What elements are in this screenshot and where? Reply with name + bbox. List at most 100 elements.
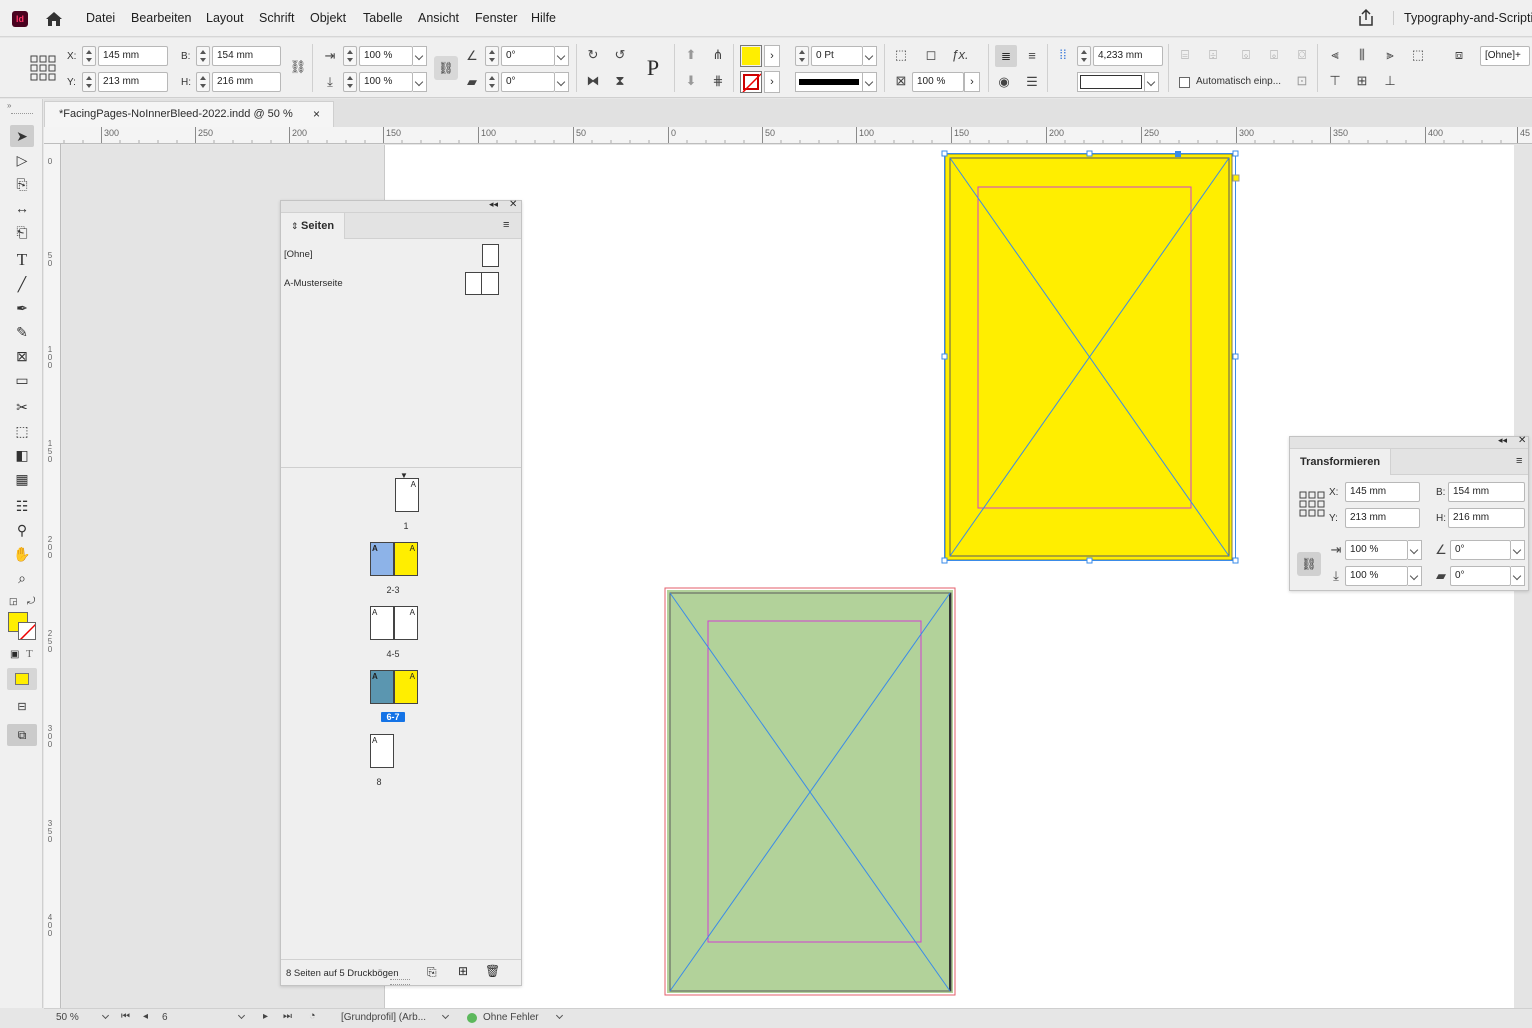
- panel-header[interactable]: ◂◂ ✕: [1290, 435, 1528, 449]
- preflight-profile[interactable]: [Grundprofil] (Arb...: [341, 1012, 426, 1023]
- spacing-stepper[interactable]: [1077, 46, 1091, 66]
- scale-y-field[interactable]: 100 %: [1345, 566, 1408, 586]
- home-icon[interactable]: [44, 9, 64, 29]
- object-style-field[interactable]: [Ohne]+: [1480, 46, 1530, 66]
- scale-y-dropdown[interactable]: [413, 72, 427, 92]
- height-field[interactable]: 216 mm: [1448, 508, 1525, 528]
- first-page-icon[interactable]: ⏮: [121, 1011, 130, 1022]
- default-fill-stroke-icon[interactable]: ◲: [9, 596, 18, 607]
- rectangle-tool-icon[interactable]: ▭: [10, 369, 34, 391]
- collapse-panel-icon[interactable]: ◂◂: [489, 199, 498, 210]
- profile-dropdown-icon[interactable]: [440, 1010, 452, 1024]
- align-right-edges-icon[interactable]: ⫸: [1381, 46, 1399, 64]
- menu-bearbeiten[interactable]: Bearbeiten: [131, 11, 191, 25]
- menu-fenster[interactable]: Fenster: [475, 11, 517, 25]
- formatting-text-icon[interactable]: T: [26, 648, 33, 660]
- gradient-swatch-tool-icon[interactable]: ◧: [10, 444, 34, 466]
- height-stepper[interactable]: [196, 72, 210, 92]
- pages-tab[interactable]: ⇕ Seiten: [281, 213, 346, 239]
- panel-menu-icon[interactable]: ≡: [503, 219, 509, 231]
- align-bottom-edges-icon[interactable]: ⊥: [1381, 72, 1399, 90]
- menu-hilfe[interactable]: Hilfe: [531, 11, 556, 25]
- stroke-weight-dropdown[interactable]: [863, 46, 877, 66]
- collapse-toolbar-icon[interactable]: »: [7, 101, 11, 110]
- previous-page-icon[interactable]: ◂: [143, 1011, 148, 1022]
- delete-page-icon[interactable]: 🗑: [485, 964, 500, 978]
- vertical-ruler[interactable]: 0 5 0 1 0 0 1 5 0 2 0 0 2 5 0 3 0 0 3 5 …: [44, 144, 61, 1008]
- master-item-a[interactable]: A-Musterseite: [281, 271, 521, 299]
- fit-content-to-frame-icon[interactable]: ⌺: [1237, 46, 1255, 64]
- height-field[interactable]: 216 mm: [212, 72, 281, 92]
- rotate-field[interactable]: 0°: [1450, 540, 1511, 560]
- hand-tool-icon[interactable]: ✋: [10, 543, 34, 565]
- spacing-field[interactable]: 4,233 mm: [1093, 46, 1163, 66]
- page-thumbnail[interactable]: A: [370, 542, 394, 576]
- menu-datei[interactable]: Datei: [86, 11, 115, 25]
- content-aware-fit-icon[interactable]: ⊡: [1293, 72, 1311, 90]
- menu-tabelle[interactable]: Tabelle: [363, 11, 403, 25]
- text-wrap-jump-icon[interactable]: ☰: [1023, 73, 1041, 91]
- width-stepper[interactable]: [196, 46, 210, 66]
- align-horizontal-centers-icon[interactable]: ⫼: [1353, 46, 1371, 64]
- scale-y-dropdown[interactable]: [1408, 566, 1422, 586]
- x-field[interactable]: 145 mm: [1345, 482, 1420, 502]
- shear-dropdown[interactable]: [1511, 566, 1525, 586]
- gradient-feather-tool-icon[interactable]: ▦: [10, 468, 34, 490]
- free-transform-tool-icon[interactable]: ⬚: [10, 420, 34, 442]
- document-tab[interactable]: *FacingPages-NoInnerBleed-2022.indd @ 50…: [44, 101, 334, 127]
- effects-fx-icon[interactable]: ƒx.: [951, 46, 969, 64]
- x-stepper[interactable]: [82, 46, 96, 66]
- width-field[interactable]: 154 mm: [1448, 482, 1525, 502]
- new-page-icon[interactable]: ⊞: [458, 964, 468, 978]
- shear-dropdown[interactable]: [555, 72, 569, 92]
- next-page-icon[interactable]: ▸: [263, 1011, 268, 1022]
- collapse-panel-icon[interactable]: ◂◂: [1498, 435, 1507, 446]
- fit-content-proportional-icon[interactable]: ⌸: [1176, 46, 1194, 64]
- zoom-dropdown-icon[interactable]: [100, 1010, 112, 1024]
- paragraph-marker-icon[interactable]: P: [640, 54, 666, 82]
- fill-swatch-menu[interactable]: ›: [764, 45, 780, 67]
- scale-x-stepper[interactable]: [343, 46, 357, 66]
- opacity-menu[interactable]: ›: [964, 72, 980, 92]
- pencil-tool-icon[interactable]: ✎: [10, 321, 34, 343]
- fit-frame-to-content-icon[interactable]: ⌻: [1265, 46, 1283, 64]
- workspace-switcher[interactable]: Typography-and-Scripti: [1393, 11, 1532, 25]
- rotate-dropdown[interactable]: [555, 46, 569, 66]
- stroke-type-dropdown[interactable]: [863, 72, 877, 92]
- page-dropdown-icon[interactable]: [236, 1010, 248, 1024]
- y-field[interactable]: 213 mm: [98, 72, 168, 92]
- select-container-icon[interactable]: ⬆: [682, 46, 700, 64]
- line-tool-icon[interactable]: ╱: [10, 273, 34, 295]
- fill-swatch[interactable]: [740, 45, 762, 67]
- apply-none-icon[interactable]: ⊟: [10, 696, 34, 718]
- scale-y-stepper[interactable]: [343, 72, 357, 92]
- panel-resize-grip[interactable]: [390, 979, 410, 985]
- close-panel-icon[interactable]: ✕: [1518, 435, 1526, 446]
- reference-point-icon[interactable]: [30, 55, 56, 81]
- stroke-type-field[interactable]: [795, 72, 863, 92]
- zoom-field[interactable]: 50 %: [56, 1012, 96, 1023]
- rotate-ccw-icon[interactable]: ↺: [611, 46, 629, 64]
- scale-y-field[interactable]: 100 %: [359, 72, 413, 92]
- align-to-selection-icon[interactable]: ⬚: [1409, 46, 1427, 64]
- menu-schrift[interactable]: Schrift: [259, 11, 294, 25]
- select-next-icon[interactable]: ⋕: [709, 72, 727, 90]
- type-tool-icon[interactable]: T: [10, 249, 34, 271]
- close-tab-icon[interactable]: ×: [313, 102, 320, 126]
- page-thumbnail[interactable]: A: [394, 670, 418, 704]
- scale-x-dropdown[interactable]: [1408, 540, 1422, 560]
- menu-layout[interactable]: Layout: [206, 11, 244, 25]
- y-stepper[interactable]: [82, 72, 96, 92]
- rectangle-frame-tool-icon[interactable]: ⊠: [10, 345, 34, 367]
- screen-mode-icon[interactable]: ⧉: [7, 724, 37, 746]
- text-wrap-bbox-icon[interactable]: ≡: [1023, 47, 1041, 65]
- formatting-container-icon[interactable]: ▣: [10, 649, 19, 660]
- corner-options-icon[interactable]: ⬚: [892, 46, 910, 64]
- text-wrap-shape-icon[interactable]: ◉: [995, 73, 1013, 91]
- rotate-field[interactable]: 0°: [501, 46, 555, 66]
- eyedropper-tool-icon[interactable]: ⚲: [10, 519, 34, 541]
- page-thumbnail[interactable]: A: [370, 670, 394, 704]
- menu-objekt[interactable]: Objekt: [310, 11, 346, 25]
- open-document-icon[interactable]: ◔: [309, 1010, 316, 1022]
- fill-frame-proportional-icon[interactable]: ⌹: [1204, 46, 1222, 64]
